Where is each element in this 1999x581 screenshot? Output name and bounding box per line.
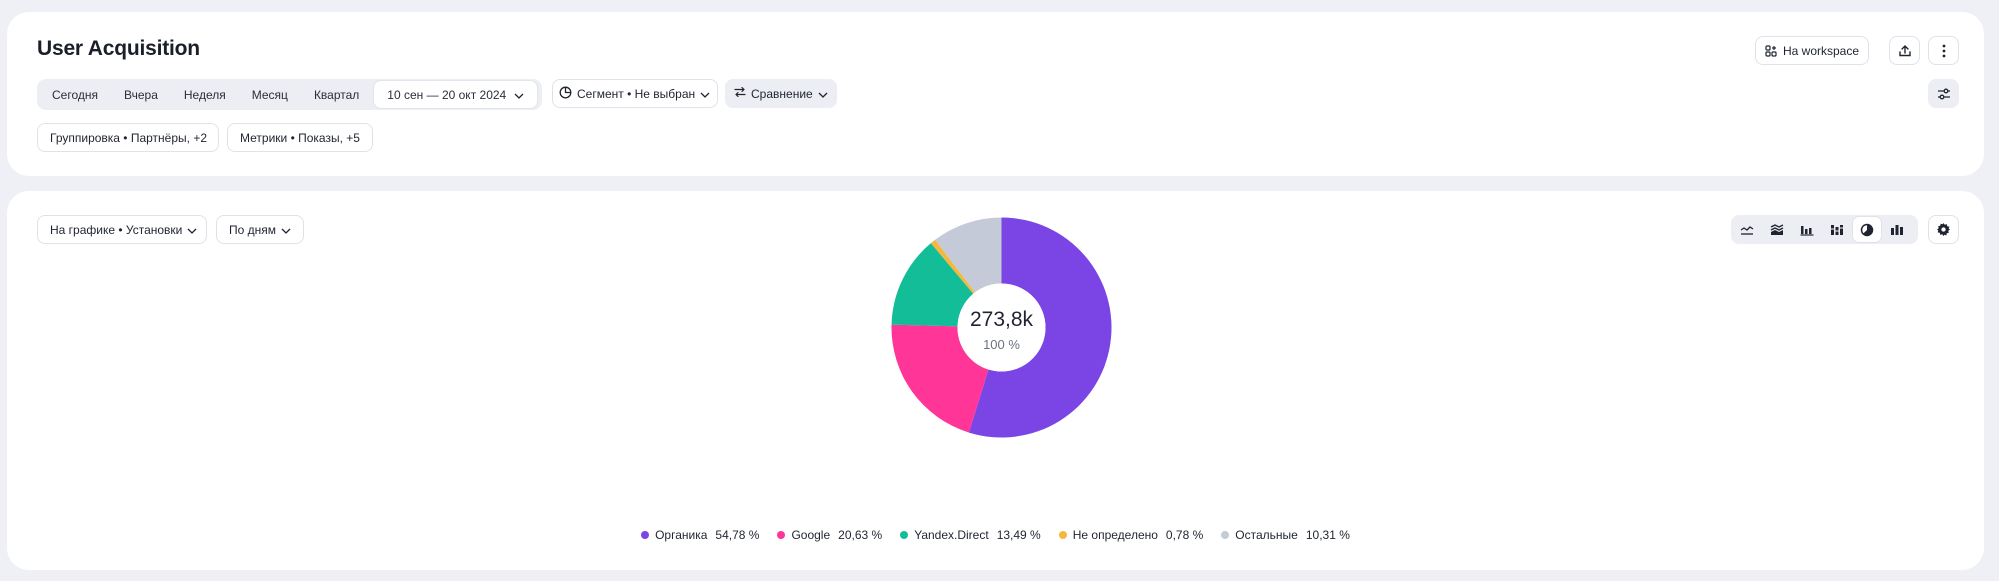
segment-icon [559,86,572,102]
page-title: User Acquisition [37,37,200,60]
workspace-button-label: На workspace [1782,43,1860,58]
legend-item-undefined[interactable]: Не определено 0,78 % [1058,528,1204,542]
on-chart-label: На графике • Установки [50,222,183,237]
stacked-bar-icon[interactable] [1823,217,1851,242]
legend-label: Не определено [1072,528,1158,542]
donut-total-percent: 100 % [983,337,1020,352]
segment-selector[interactable]: Сегмент • Не выбран [552,79,718,108]
period-week[interactable]: Неделя [171,81,239,108]
pie-chart-icon[interactable] [1853,217,1881,242]
workspace-button[interactable]: На workspace [1755,36,1869,65]
legend-label: Google [791,528,831,542]
chevron-down-icon [281,223,291,237]
line-chart-icon[interactable] [1733,217,1761,242]
swap-arrows-icon [734,86,746,101]
chevron-down-icon [187,223,197,237]
chevron-down-icon [700,87,710,101]
metrics-label: Метрики • Показы, +5 [240,130,360,145]
period-yesterday[interactable]: Вчера [111,81,171,108]
legend-item-organic[interactable]: Органика 54,78 % [641,528,759,542]
grouping-button[interactable]: Группировка • Партнёры, +2 [37,123,219,152]
chevron-down-icon [818,87,828,101]
comparison-selector[interactable]: Сравнение [725,79,837,108]
legend-dot [1058,531,1067,539]
legend-value: 13,49 % [996,528,1041,542]
export-button[interactable] [1889,36,1920,65]
chart-legend: Органика 54,78 % Google 20,63 % Yandex.D… [7,528,1984,542]
metrics-button[interactable]: Метрики • Показы, +5 [227,123,373,152]
chevron-down-icon [514,88,524,102]
stacked-area-icon[interactable] [1763,217,1791,242]
on-chart-metric-selector[interactable]: На графике • Установки [37,215,207,244]
legend-item-yandex-direct[interactable]: Yandex.Direct 13,49 % [900,528,1041,542]
granularity-selector[interactable]: По дням [216,215,304,244]
bar-chart-icon[interactable] [1793,217,1821,242]
chart-type-switcher [1731,215,1918,244]
upload-icon [1898,44,1912,58]
report-header-card: User Acquisition На workspace Сегодня Вч… [7,12,1984,176]
legend-dot [641,531,650,539]
legend-value: 0,78 % [1165,528,1204,542]
legend-dot [777,531,786,539]
legend-dot [900,531,909,539]
chart-settings-button[interactable] [1928,215,1959,244]
legend-label: Остальные [1235,528,1298,542]
date-range-picker[interactable]: 10 сен — 20 окт 2024 [374,81,538,108]
workspace-icon [1765,44,1777,57]
period-quarter[interactable]: Квартал [301,81,372,108]
filter-settings-button[interactable] [1928,79,1959,108]
more-menu-button[interactable] [1928,36,1959,65]
legend-dot [1221,531,1230,539]
more-vertical-icon [1942,44,1946,58]
period-month[interactable]: Месяц [239,81,301,108]
column-chart-icon[interactable] [1883,217,1911,242]
chart-card: На графике • Установки По дням 273,8k 10… [7,191,1984,570]
legend-label: Yandex.Direct [914,528,989,542]
legend-item-others[interactable]: Остальные 10,31 % [1221,528,1350,542]
donut-total-value: 273,8k [969,308,1034,331]
legend-item-google[interactable]: Google 20,63 % [777,528,882,542]
date-range-label: 10 сен — 20 окт 2024 [387,87,507,102]
donut-chart: 273,8k 100 % [884,210,1119,445]
legend-value: 10,31 % [1305,528,1350,542]
period-today[interactable]: Сегодня [39,81,111,108]
legend-value: 20,63 % [838,528,883,542]
legend-label: Органика [655,528,708,542]
granularity-label: По дням [229,222,277,237]
period-selector: Сегодня Вчера Неделя Месяц Квартал 10 се… [37,79,542,110]
legend-value: 54,78 % [715,528,760,542]
segment-label: Сегмент • Не выбран [577,86,696,101]
gear-icon [1936,222,1951,237]
grouping-label: Группировка • Партнёры, +2 [50,130,207,145]
sliders-icon [1937,88,1951,100]
comparison-label: Сравнение [751,86,813,101]
